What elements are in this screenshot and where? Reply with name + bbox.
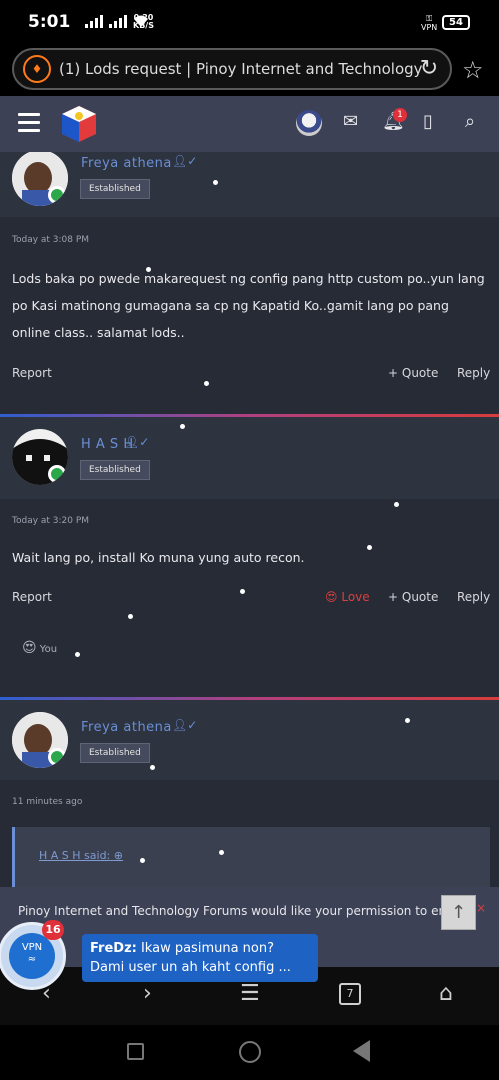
post-header: H A S H 👤︎✓ Established	[0, 417, 499, 499]
bookmark-star-icon[interactable]: ☆	[462, 56, 484, 84]
scroll-to-top-button[interactable]: ↑	[441, 895, 476, 930]
post-body: Wait lang po, install Ko muna yung auto …	[12, 550, 305, 565]
quote-button[interactable]: + Quote	[388, 590, 438, 604]
forward-icon[interactable]: ›	[143, 981, 152, 1006]
recents-icon[interactable]	[127, 1043, 144, 1060]
inbox-icon[interactable]: ✉	[343, 111, 358, 132]
arrow-up-circle-icon: ⊕	[113, 849, 123, 862]
wave-icon: ≈	[27, 954, 37, 965]
vpn-indicator: ⚿ VPN	[421, 14, 437, 32]
online-indicator-icon	[48, 748, 66, 766]
report-link[interactable]: Report	[12, 366, 52, 380]
reload-icon[interactable]: ↻	[416, 57, 442, 83]
home-icon[interactable]: ⌂	[439, 981, 453, 1006]
post-author[interactable]: Freya athena	[81, 156, 172, 171]
close-icon[interactable]: ×	[476, 901, 486, 915]
search-icon[interactable]: ⌕	[465, 111, 475, 132]
verified-user-icon: 👤︎✓	[172, 718, 198, 732]
love-reaction-button[interactable]: 😍 Love	[325, 590, 370, 604]
post-header: Freya athena 👤︎✓ Established	[0, 700, 499, 780]
chat-sender: FreDz:	[90, 941, 137, 956]
bookmark-icon[interactable]: ▯	[423, 111, 433, 132]
vpn-label: VPN	[421, 23, 438, 32]
quote-button[interactable]: + Quote	[388, 366, 438, 380]
menu-icon[interactable]	[18, 113, 40, 133]
post-body: Lods baka po pwede makarequest ng config…	[12, 271, 485, 340]
verified-user-icon: 👤︎✓	[172, 154, 198, 168]
tabs-button[interactable]: 7	[339, 983, 361, 1005]
home-circle-icon[interactable]	[239, 1041, 261, 1063]
online-indicator-icon	[48, 186, 66, 204]
snow-particle	[150, 765, 155, 770]
snow-particle	[180, 424, 185, 429]
avatar[interactable]	[12, 712, 68, 768]
user-title-badge: Established	[80, 179, 150, 199]
signal-icon	[85, 14, 103, 28]
forum-header: ✉ 🔔︎ ▯ ⌕	[0, 96, 499, 152]
snow-particle	[394, 502, 399, 507]
snow-particle	[128, 614, 133, 619]
reply-button[interactable]: Reply	[457, 590, 490, 604]
snow-particle	[213, 180, 218, 185]
report-link[interactable]: Report	[12, 590, 52, 604]
reactions-summary[interactable]: 😍 You	[22, 640, 57, 656]
permission-text: Pinoy Internet and Technology Forums wou…	[18, 904, 458, 918]
fire-icon: ♦	[23, 55, 51, 83]
post-timestamp[interactable]: Today at 3:08 PM	[12, 235, 89, 245]
love-emoji-icon: 😍	[22, 640, 37, 656]
quoted-message: H A S H said: ⊕	[12, 827, 490, 887]
menu-lines-icon[interactable]: ☰	[240, 981, 260, 1006]
signal-icon-2	[109, 14, 127, 28]
battery-icon: 54	[442, 15, 470, 30]
system-navigation	[0, 1025, 499, 1080]
snow-particle	[405, 718, 410, 723]
reply-button[interactable]: Reply	[457, 366, 490, 380]
avatar[interactable]	[12, 152, 68, 206]
post-header: Freya athena 👤︎✓ Established	[0, 152, 499, 217]
status-bar: 5:01 0.20 KB/S ⚿ VPN 54	[0, 0, 499, 44]
user-title-badge: Established	[80, 460, 150, 480]
vpn-bubble-label: VPN	[21, 942, 43, 953]
quote-author-link[interactable]: H A S H said: ⊕	[39, 849, 123, 862]
snow-particle	[75, 652, 80, 657]
snow-particle	[240, 589, 245, 594]
user-avatar[interactable]	[296, 110, 322, 136]
avatar[interactable]	[12, 429, 68, 485]
browser-toolbar: ♦ (1) Lods request | Pinoy Internet and …	[0, 44, 499, 96]
page-title-in-address-bar: (1) Lods request | Pinoy Internet and Te…	[59, 60, 423, 78]
reaction-user: You	[39, 644, 58, 655]
address-bar[interactable]: ♦ (1) Lods request | Pinoy Internet and …	[12, 48, 452, 90]
love-label: Love	[341, 590, 370, 604]
snow-particle	[140, 858, 145, 863]
snow-particle	[219, 850, 224, 855]
post-timestamp[interactable]: 11 minutes ago	[12, 797, 82, 807]
verified-user-icon: 👤︎✓	[124, 435, 150, 449]
online-indicator-icon	[48, 465, 66, 483]
thread-content: Freya athena 👤︎✓ Established Today at 3:…	[0, 152, 499, 887]
user-title-badge: Established	[80, 743, 150, 763]
key-icon: ⚿	[426, 14, 433, 23]
speed-unit: KB/S	[133, 21, 154, 30]
snow-particle	[146, 267, 151, 272]
chat-message-preview[interactable]: FreDz: Ikaw pasimuna non? Dami user un a…	[82, 934, 318, 982]
site-logo[interactable]	[60, 104, 98, 144]
notification-count-badge: 1	[393, 108, 407, 122]
post-author[interactable]: Freya athena	[81, 720, 172, 735]
network-speed: 0.20 KB/S	[133, 14, 154, 30]
unread-count-badge: 16	[42, 920, 64, 940]
status-time: 5:01	[28, 12, 71, 32]
system-back-icon[interactable]	[353, 1040, 370, 1062]
shield-icon: VPN ≈	[9, 933, 55, 979]
love-emoji-icon: 😍	[325, 590, 338, 604]
snow-particle	[367, 545, 372, 550]
snow-particle	[204, 381, 209, 386]
post-timestamp[interactable]: Today at 3:20 PM	[12, 516, 89, 526]
quote-author-name: H A S H said:	[39, 849, 111, 862]
